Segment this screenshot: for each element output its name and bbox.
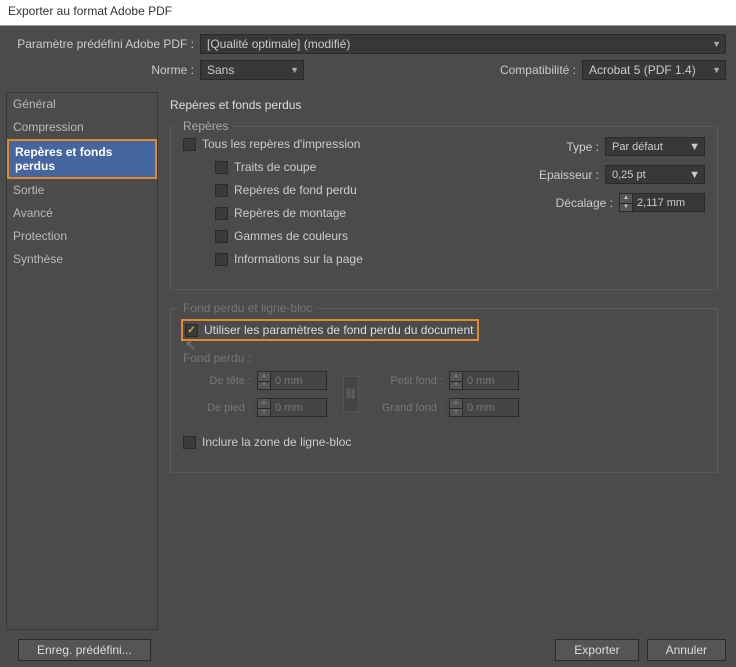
link-icon: ⛓: [343, 376, 359, 412]
use-document-bleed-highlight: Utiliser les paramètres de fond perdu du…: [181, 319, 479, 341]
include-slug-label: Inclure la zone de ligne-bloc: [202, 435, 351, 449]
preset-value: [Qualité optimale] (modifié): [207, 37, 350, 51]
crop-marks-label: Traits de coupe: [234, 160, 316, 174]
all-marks-label: Tous les repères d'impression: [202, 137, 360, 151]
bleed-inside-spinner: ▲▼: [449, 371, 519, 390]
include-slug-checkbox[interactable]: [183, 436, 196, 449]
bleed-top-label: De tête :: [183, 375, 257, 387]
page-info-checkbox[interactable]: [215, 253, 228, 266]
color-bars-checkbox[interactable]: [215, 230, 228, 243]
bleed-marks-label: Repères de fond perdu: [234, 183, 357, 197]
sidebar-item-security[interactable]: Protection: [7, 225, 157, 248]
bleed-section-label: Fond perdu :: [183, 351, 705, 365]
mark-type-dropdown[interactable]: Par défaut ▼: [605, 137, 705, 156]
bleed-inside-label: Petit fond :: [375, 375, 449, 387]
sidebar-item-compression[interactable]: Compression: [7, 116, 157, 139]
bleed-outside-label: Grand fond :: [375, 402, 449, 414]
chevron-down-icon: ▼: [689, 169, 700, 181]
compat-dropdown[interactable]: Acrobat 5 (PDF 1.4) ▼: [582, 60, 726, 80]
standard-label: Norme :: [6, 63, 200, 77]
sidebar-item-advanced[interactable]: Avancé: [7, 202, 157, 225]
sidebar-item-output[interactable]: Sortie: [7, 179, 157, 202]
bleed-outside-spinner: ▲▼: [449, 398, 519, 417]
color-bars-label: Gammes de couleurs: [234, 229, 348, 243]
bleed-inside-input: [463, 371, 519, 390]
chevron-down-icon: ▼: [712, 65, 721, 75]
chevron-down-icon: ▼: [290, 65, 299, 75]
sidebar-item-general[interactable]: Général: [7, 93, 157, 116]
save-preset-button[interactable]: Enreg. prédéfini...: [18, 639, 151, 661]
marks-fieldset: Repères Tous les repères d'impression Tr…: [170, 126, 718, 290]
cancel-button[interactable]: Annuler: [647, 639, 726, 661]
preset-section: Paramètre prédéfini Adobe PDF : [Qualité…: [0, 26, 736, 92]
mark-offset-input[interactable]: [633, 193, 705, 212]
chevron-down-icon: ▼: [712, 39, 721, 49]
bleed-outside-input: [463, 398, 519, 417]
mark-type-label: Type :: [566, 140, 605, 154]
standard-dropdown[interactable]: Sans ▼: [200, 60, 304, 80]
marks-legend: Repères: [179, 119, 232, 133]
export-pdf-dialog: { "title": "Exporter au format Adobe PDF…: [0, 0, 736, 667]
content-panel: Repères et fonds perdus Repères Tous les…: [158, 92, 730, 630]
bleed-bottom-input: [271, 398, 327, 417]
spinner-down-icon[interactable]: ▼: [619, 203, 633, 213]
sidebar-item-marks-bleeds[interactable]: Repères et fonds perdus: [7, 139, 157, 179]
bleed-top-spinner: ▲▼: [257, 371, 327, 390]
preset-label: Paramètre prédéfini Adobe PDF :: [6, 37, 200, 51]
mark-weight-label: Epaisseur :: [539, 168, 605, 182]
standard-value: Sans: [207, 63, 234, 77]
bleed-top-input: [271, 371, 327, 390]
dialog-footer: Enreg. prédéfini... Exporter Annuler: [0, 633, 736, 667]
export-button[interactable]: Exporter: [555, 639, 638, 661]
bleed-bottom-label: De pied :: [183, 402, 257, 414]
bleed-legend: Fond perdu et ligne-bloc: [179, 301, 316, 315]
sidebar-item-summary[interactable]: Synthèse: [7, 248, 157, 271]
preset-dropdown[interactable]: [Qualité optimale] (modifié) ▼: [200, 34, 726, 54]
window-title: Exporter au format Adobe PDF: [0, 0, 736, 26]
compat-value: Acrobat 5 (PDF 1.4): [589, 63, 696, 77]
panel-title: Repères et fonds perdus: [170, 98, 718, 112]
mark-offset-label: Décalage :: [556, 196, 619, 210]
bleed-marks-checkbox[interactable]: [215, 184, 228, 197]
bleed-bottom-spinner: ▲▼: [257, 398, 327, 417]
page-info-label: Informations sur la page: [234, 252, 363, 266]
reg-marks-label: Repères de montage: [234, 206, 346, 220]
use-document-bleed-checkbox[interactable]: [185, 324, 198, 337]
mark-weight-dropdown[interactable]: 0,25 pt ▼: [605, 165, 705, 184]
spinner-up-icon[interactable]: ▲: [619, 193, 633, 203]
use-document-bleed-label: Utiliser les paramètres de fond perdu du…: [204, 323, 473, 337]
chevron-down-icon: ▼: [689, 141, 700, 153]
mark-weight-value: 0,25 pt: [612, 169, 646, 181]
reg-marks-checkbox[interactable]: [215, 207, 228, 220]
mark-offset-spinner[interactable]: ▲ ▼: [619, 193, 705, 212]
crop-marks-checkbox[interactable]: [215, 161, 228, 174]
mark-type-value: Par défaut: [612, 141, 663, 153]
compat-label: Compatibilité :: [500, 63, 582, 77]
category-sidebar: Général Compression Repères et fonds per…: [6, 92, 158, 630]
all-marks-checkbox[interactable]: [183, 138, 196, 151]
bleed-fieldset: Fond perdu et ligne-bloc Utiliser les pa…: [170, 308, 718, 473]
